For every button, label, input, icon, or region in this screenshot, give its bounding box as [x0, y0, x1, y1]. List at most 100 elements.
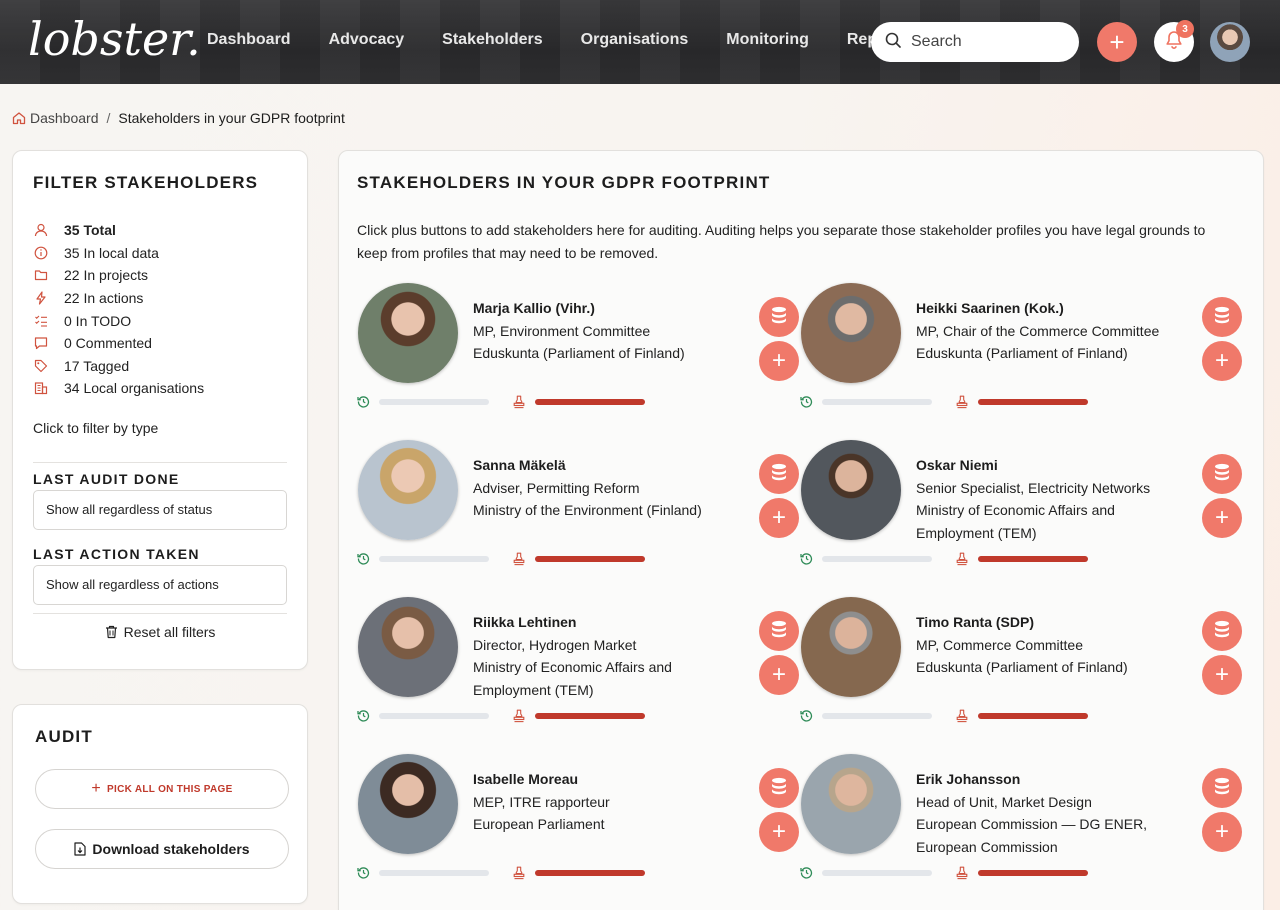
app-logo[interactable]: lobster. — [28, 12, 201, 66]
breadcrumb-current: Stakeholders in your GDPR footprint — [118, 110, 345, 126]
breadcrumb: Dashboard / Stakeholders in your GDPR fo… — [12, 110, 345, 126]
top-navbar: lobster. Dashboard Advocacy Stakeholders… — [0, 0, 1280, 84]
action-bar — [978, 399, 1088, 405]
filter-local-data[interactable]: 35 In local data — [33, 242, 287, 265]
stakeholder-metrics — [800, 866, 1100, 880]
stakeholder-metrics — [357, 709, 657, 723]
local-data-button[interactable] — [1202, 768, 1242, 808]
stakeholder-org: Eduskunta (Parliament of Finland) — [473, 345, 685, 361]
add-to-audit-button[interactable]: + — [1202, 655, 1242, 695]
action-bar — [978, 870, 1088, 876]
add-to-audit-button[interactable]: + — [759, 812, 799, 852]
local-data-button[interactable] — [1202, 611, 1242, 651]
user-avatar[interactable] — [1210, 22, 1250, 62]
local-data-button[interactable] — [759, 768, 799, 808]
trash-icon — [105, 625, 118, 639]
stakeholder-name[interactable]: Sanna Mäkelä — [473, 454, 753, 477]
comment-icon — [33, 335, 49, 351]
building-icon — [33, 380, 49, 396]
filter-todo[interactable]: 0 In TODO — [33, 309, 287, 332]
history-bar — [379, 870, 489, 876]
local-data-button[interactable] — [759, 297, 799, 337]
add-to-audit-button[interactable]: + — [1202, 812, 1242, 852]
filter-organisations[interactable]: 34 Local organisations — [33, 377, 287, 400]
add-to-audit-button[interactable]: + — [1202, 341, 1242, 381]
history-bar — [822, 556, 932, 562]
stakeholder-photo[interactable] — [358, 597, 458, 697]
folder-icon — [33, 267, 49, 283]
breadcrumb-home-link[interactable]: Dashboard — [30, 110, 99, 126]
stakeholder-name[interactable]: Marja Kallio (Vihr.) — [473, 297, 753, 320]
nav-advocacy[interactable]: Advocacy — [329, 31, 405, 49]
nav-dashboard[interactable]: Dashboard — [207, 31, 291, 49]
download-stakeholders-button[interactable]: Download stakeholders — [35, 829, 289, 869]
history-icon — [800, 395, 813, 413]
stakeholder-org: Ministry of Economic Affairs and Employm… — [916, 502, 1115, 541]
file-download-icon — [74, 842, 87, 856]
add-to-audit-button[interactable]: + — [759, 341, 799, 381]
filter-actions[interactable]: 22 In actions — [33, 287, 287, 310]
history-bar — [379, 556, 489, 562]
stakeholder-role: MP, Chair of the Commerce Committee — [916, 322, 1160, 339]
filter-commented[interactable]: 0 Commented — [33, 332, 287, 355]
add-to-audit-button[interactable]: + — [759, 655, 799, 695]
stamp-icon — [956, 395, 968, 414]
stakeholder-name[interactable]: Timo Ranta (SDP) — [916, 611, 1196, 634]
filter-hint: Click to filter by type — [33, 419, 159, 436]
stakeholder-name[interactable]: Oskar Niemi — [916, 454, 1196, 477]
last-audit-select[interactable]: Show all regardless of status — [33, 489, 287, 530]
stakeholder-card: Sanna Mäkelä Adviser, Permitting Reform … — [357, 440, 800, 580]
stakeholder-info: Heikki Saarinen (Kok.) MP, Chair of the … — [916, 297, 1196, 365]
stakeholder-metrics — [357, 866, 657, 880]
stakeholder-photo[interactable] — [801, 440, 901, 540]
stakeholder-name[interactable]: Heikki Saarinen (Kok.) — [916, 297, 1196, 320]
local-data-button[interactable] — [759, 611, 799, 651]
local-data-button[interactable] — [1202, 454, 1242, 494]
stakeholder-name[interactable]: Erik Johansson — [916, 768, 1196, 791]
notifications-badge: 3 — [1176, 20, 1194, 38]
last-action-select[interactable]: Show all regardless of actions — [33, 564, 287, 605]
history-bar — [822, 399, 932, 405]
divider — [33, 612, 287, 614]
database-icon — [1212, 305, 1232, 330]
stakeholder-photo[interactable] — [358, 283, 458, 383]
stakeholder-metrics — [357, 552, 657, 566]
stakeholder-card: Heikki Saarinen (Kok.) MP, Chair of the … — [800, 283, 1243, 423]
quick-add-button[interactable]: + — [1097, 22, 1137, 62]
nav-stakeholders[interactable]: Stakeholders — [442, 31, 542, 49]
filter-commented-label: 0 Commented — [64, 335, 152, 352]
history-bar — [379, 399, 489, 405]
filter-projects[interactable]: 22 In projects — [33, 264, 287, 287]
download-label: Download stakeholders — [92, 841, 250, 857]
filter-total[interactable]: 35 Total — [33, 219, 287, 242]
stakeholder-name[interactable]: Isabelle Moreau — [473, 768, 753, 791]
stakeholder-photo[interactable] — [358, 754, 458, 854]
nav-organisations[interactable]: Organisations — [581, 31, 689, 49]
filter-tagged[interactable]: 17 Tagged — [33, 355, 287, 378]
stakeholder-photo[interactable] — [801, 597, 901, 697]
stakeholder-photo[interactable] — [358, 440, 458, 540]
stakeholder-metrics — [800, 709, 1100, 723]
search-box[interactable] — [871, 22, 1079, 62]
add-to-audit-button[interactable]: + — [1202, 498, 1242, 538]
pick-all-label: PICK ALL ON THIS PAGE — [107, 783, 233, 795]
audit-panel: AUDIT + PICK ALL ON THIS PAGE Download s… — [12, 704, 308, 904]
search-input[interactable] — [911, 33, 1061, 51]
stakeholder-name[interactable]: Riikka Lehtinen — [473, 611, 753, 634]
history-bar — [822, 870, 932, 876]
action-bar — [978, 556, 1088, 562]
action-bar — [535, 556, 645, 562]
nav-monitoring[interactable]: Monitoring — [726, 31, 809, 49]
pick-all-button[interactable]: + PICK ALL ON THIS PAGE — [35, 769, 289, 809]
action-bar-fill — [978, 870, 1088, 876]
local-data-button[interactable] — [759, 454, 799, 494]
filter-title: FILTER STAKEHOLDERS — [33, 173, 259, 192]
reset-filters-button[interactable]: Reset all filters — [33, 624, 287, 640]
plus-icon: + — [771, 347, 786, 374]
stakeholder-photo[interactable] — [801, 283, 901, 383]
stakeholder-info: Sanna Mäkelä Adviser, Permitting Reform … — [473, 454, 753, 522]
local-data-button[interactable] — [1202, 297, 1242, 337]
stakeholder-org: European Commission — DG ENER, European … — [916, 816, 1148, 855]
add-to-audit-button[interactable]: + — [759, 498, 799, 538]
stakeholder-photo[interactable] — [801, 754, 901, 854]
